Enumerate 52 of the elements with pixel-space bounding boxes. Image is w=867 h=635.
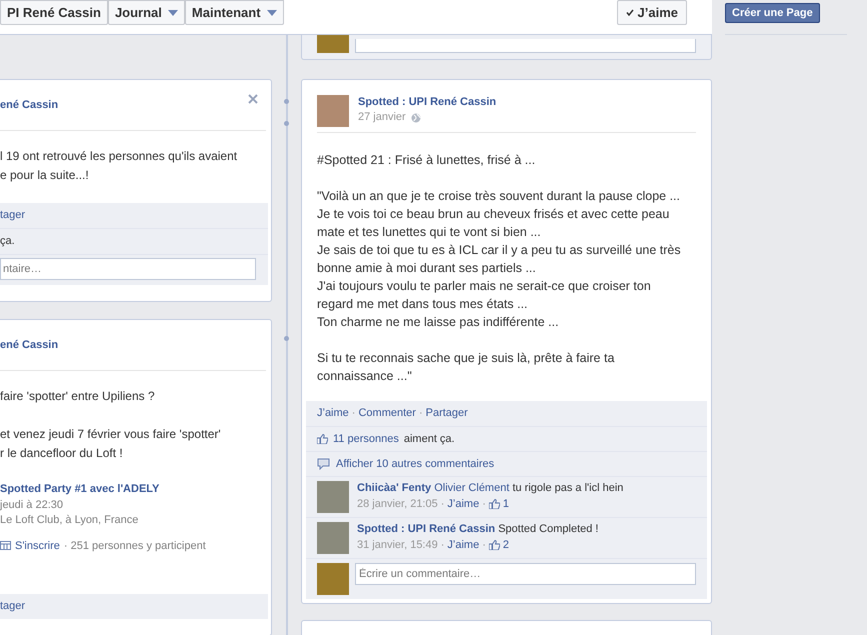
- avatar-photo: [317, 33, 349, 53]
- post-author[interactable]: ené Cassin: [0, 334, 58, 354]
- share-link[interactable]: tager: [0, 598, 26, 615]
- post-author[interactable]: Spotted : UPI René Cassin: [358, 95, 496, 110]
- check-icon: [626, 9, 634, 16]
- thumbs-up-icon: [317, 434, 328, 444]
- post-text: l 19 ont retrouvé les personnes qu'ils avaient e pour la suite...!: [0, 148, 238, 184]
- separator-dot: ·: [482, 538, 486, 553]
- comment-text: Spotted : UPI René Cassin Spotted Completed !: [357, 522, 598, 537]
- create-page-button[interactable]: Créer une Page: [725, 3, 820, 23]
- event-time: jeudi à 22:30: [0, 498, 64, 512]
- event-title[interactable]: Spotted Party #1 avec l'ADELY: [0, 481, 268, 498]
- globe-icon: [410, 112, 421, 122]
- avatar-photo: [317, 95, 349, 127]
- nav-button[interactable]: Maintenant: [184, 0, 284, 25]
- likes-row: ça.: [0, 228, 268, 254]
- thumbs-up-icon: [488, 540, 500, 550]
- post-text: #Spotted 21 : Frisé à lunettes, frisé à ... "Voilà un an que je te croise très souvent durant la pause clope ... Je te vois toi ce beau brun au cheveux frisés et avec cette peau mate et tes lunettes qui te vont si bien ... Je sais de toi que tu es à ICL car il y a peu tu as surveillé une très bonne amie à moi durant ses partiels ... J'ai toujours voulu te parler mais ne serait-ce que croiser ton regard me met dans tous mes états ... Ton charme ne me laisse pas indifférente ... Si tu te reconnais sache que je suis là, prête à faire ta connaissance ...": [317, 152, 682, 385]
- more-comments-link[interactable]: Afficher 10 autres commentaires: [336, 456, 494, 472]
- post-author[interactable]: ené Cassin: [0, 94, 58, 114]
- avatar-photo: [317, 481, 349, 513]
- comment-field[interactable]: [355, 39, 696, 53]
- separator-dot: ·: [418, 406, 423, 422]
- calendar-icon: [0, 541, 11, 550]
- speech-bubble-icon: [317, 458, 331, 470]
- post-text: faire 'spotter' entre Upiliens ? et venez jeudi 7 février vous faire 'spotter' r le dancefloor du Loft !: [0, 388, 222, 462]
- nav-button[interactable]: PI René Cassin: [0, 0, 108, 25]
- avatar-photo: [317, 522, 349, 554]
- comment-field[interactable]: ntaire…: [0, 258, 256, 280]
- likes-text: aiment ça.: [404, 432, 455, 447]
- comment-text: Chiicàa' Fenty Olivier Clément tu rigole pas a l'icl hein: [357, 481, 624, 496]
- separator-dot: ·: [482, 497, 486, 512]
- separator-dot: ·: [440, 497, 444, 512]
- event-place: Le Loft Club, à Lyon, France: [0, 512, 140, 528]
- likes-count-link[interactable]: 11 personnes: [333, 430, 399, 448]
- separator-dot: ·: [352, 406, 356, 422]
- like-link[interactable]: J’aime: [447, 537, 480, 553]
- like-count[interactable]: 2: [502, 537, 509, 553]
- action-link[interactable]: J’aime: [317, 405, 349, 422]
- action-link[interactable]: Commenter: [358, 405, 416, 422]
- like-count[interactable]: 1: [502, 496, 509, 512]
- join-link[interactable]: S'inscrire: [15, 538, 60, 554]
- separator-dot: ·: [440, 538, 444, 553]
- action-link[interactable]: Partager: [426, 405, 468, 422]
- thumbs-up-icon: [488, 499, 500, 509]
- avatar-photo: [317, 563, 349, 595]
- like-button[interactable]: J’aime: [616, 0, 687, 25]
- like-link[interactable]: J’aime: [447, 496, 480, 512]
- attendee-count: · 251 personnes y participent: [64, 538, 206, 554]
- share-link[interactable]: tager: [0, 207, 26, 224]
- close-icon[interactable]: [248, 94, 258, 104]
- nav-button[interactable]: Journal: [108, 0, 185, 25]
